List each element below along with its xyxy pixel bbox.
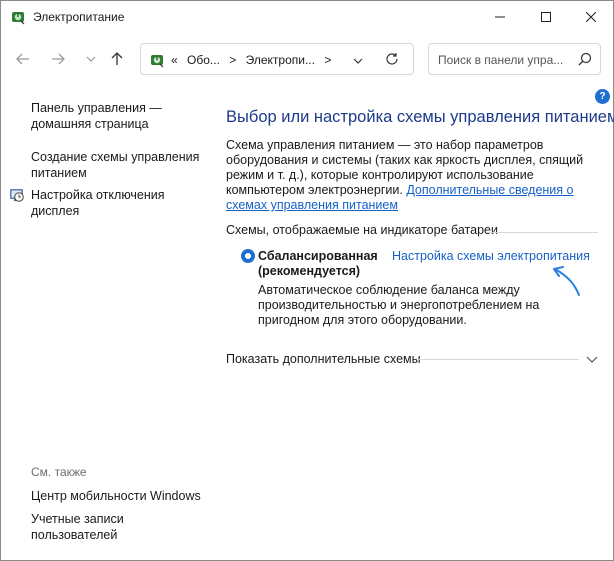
clock-monitor-icon [9,187,25,203]
refresh-icon[interactable] [385,52,399,69]
search-input[interactable]: Поиск в панели упра... [428,43,601,75]
power-options-icon [149,52,165,68]
search-icon[interactable] [578,52,592,69]
section-divider [486,232,598,233]
chevron-down-icon[interactable] [586,353,598,367]
breadcrumb-item[interactable]: Обо... [187,53,220,67]
forward-arrow-icon[interactable] [48,49,68,69]
breadcrumb-item[interactable]: Электропи... [246,53,315,67]
breadcrumb: « Обо... > Электропи... > [171,53,337,67]
chevron-down-icon[interactable] [81,49,101,69]
breadcrumb-overflow[interactable]: « [171,53,178,67]
breadcrumb-separator[interactable]: > [324,53,331,67]
title-bar: Электропитание [1,1,613,33]
section-heading: Схемы, отображаемые на индикаторе батаре… [226,223,498,237]
sidebar-item-user-accounts[interactable]: Учетные записи пользователей [31,511,201,543]
show-more-plans[interactable]: Показать дополнительные схемы [226,352,421,366]
sidebar-item-mobility-center[interactable]: Центр мобильности Windows [31,488,211,504]
balanced-plan-radio[interactable] [241,249,255,263]
chevron-down-icon[interactable] [353,53,363,67]
show-more-divider [419,359,579,360]
window-title: Электропитание [33,10,125,24]
plan-description: Автоматическое соблюдение баланса между … [258,283,540,327]
plan-name[interactable]: Сбалансированная (рекомендуется) [258,249,388,279]
search-placeholder: Поиск в панели упра... [438,53,564,67]
sidebar-item-home[interactable]: Панель управления — домашняя страница [31,100,201,132]
address-bar[interactable]: « Обо... > Электропи... > [140,43,414,75]
navigation-bar: « Обо... > Электропи... > Поиск в панели… [1,39,613,79]
maximize-button[interactable] [523,1,569,33]
sidebar-item-display-off[interactable]: Настройка отключения дисплея [31,187,201,219]
page-title: Выбор или настройка схемы управления пит… [226,108,614,126]
sidebar-item-create-plan[interactable]: Создание схемы управления питанием [31,149,201,181]
help-button[interactable]: ? [595,89,610,104]
power-options-icon [10,9,26,25]
breadcrumb-separator[interactable]: > [229,53,236,67]
up-arrow-icon[interactable] [107,49,127,69]
page-description: Схема управления питанием — это набор па… [226,138,606,213]
close-button[interactable] [568,1,614,33]
window: Электропитание « Обо... > Электропи... >… [0,0,614,561]
back-arrow-icon[interactable] [13,49,33,69]
see-also-heading: См. также [31,465,87,479]
minimize-button[interactable] [477,1,523,33]
